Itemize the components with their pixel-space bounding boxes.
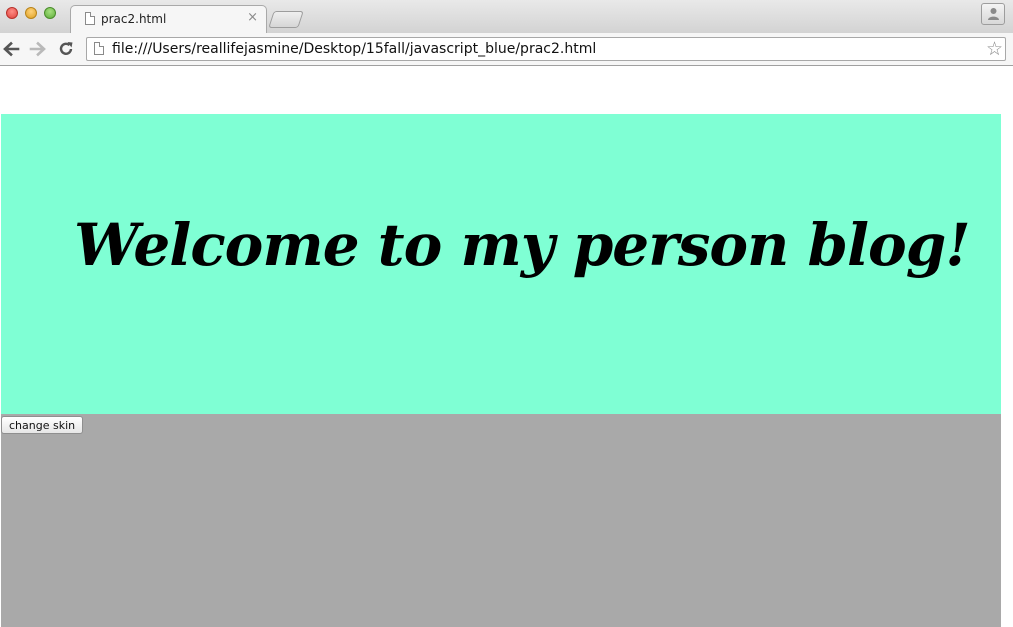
reload-icon (59, 42, 73, 55)
back-button[interactable] (2, 40, 20, 58)
tab-close-icon[interactable]: × (247, 10, 258, 25)
bookmark-star-icon[interactable]: ☆ (986, 39, 1003, 59)
url-text[interactable]: file:///Users/reallifejasmine/Desktop/15… (112, 41, 596, 57)
forward-button[interactable] (29, 40, 47, 58)
tab-prac2[interactable]: prac2.html × (70, 5, 267, 33)
window-close-icon[interactable] (6, 7, 18, 19)
reload-button[interactable] (57, 40, 75, 58)
forward-arrow-icon (29, 41, 46, 57)
browser-toolbar: file:///Users/reallifejasmine/Desktop/15… (0, 33, 1013, 66)
new-tab-button[interactable] (268, 11, 304, 28)
person-icon (988, 8, 999, 20)
address-bar[interactable]: file:///Users/reallifejasmine/Desktop/15… (86, 37, 1006, 61)
content-area: change skin (1, 414, 1001, 627)
page-title: Welcome to my person blog! (74, 211, 971, 279)
profile-button[interactable] (981, 3, 1005, 25)
window-maximize-icon[interactable] (44, 7, 56, 19)
blog-banner: Welcome to my person blog! (1, 114, 1001, 414)
change-skin-button[interactable]: change skin (1, 416, 84, 434)
page-icon (85, 12, 95, 25)
tab-title: prac2.html (101, 12, 167, 26)
page-viewport: Welcome to my person blog! change skin (0, 66, 1013, 627)
page-icon (94, 42, 104, 55)
window-minimize-icon[interactable] (25, 7, 37, 19)
back-arrow-icon (3, 41, 20, 57)
browser-window: prac2.html × file:///Users/reallifejasmi… (0, 0, 1013, 627)
tab-strip: prac2.html × (0, 0, 1013, 33)
